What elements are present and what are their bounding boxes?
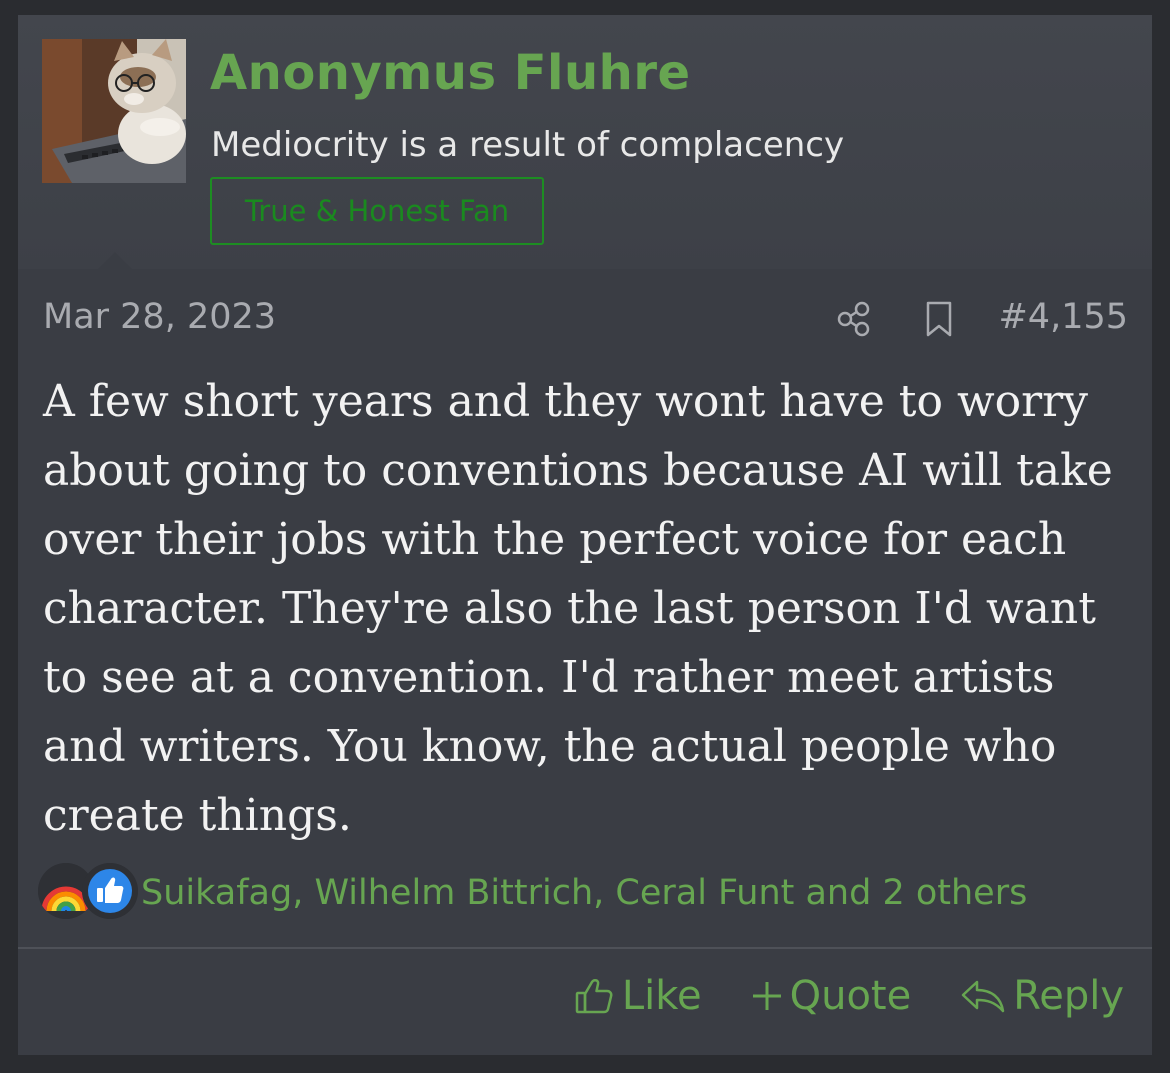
actions-divider bbox=[18, 947, 1152, 949]
reply-arrow-icon bbox=[961, 980, 1005, 1013]
post-message: A few short years and they wont have to … bbox=[43, 376, 1113, 841]
thumbs-up-outline-icon bbox=[575, 979, 613, 1014]
reply-label: Reply bbox=[1013, 973, 1124, 1019]
post-container: Anonymus Fluhre Mediocrity is a result o… bbox=[18, 15, 1152, 1055]
like-button[interactable]: Like bbox=[572, 973, 702, 1019]
post-header: Anonymus Fluhre Mediocrity is a result o… bbox=[18, 15, 1152, 269]
cat-avatar-image bbox=[42, 39, 186, 183]
reply-button[interactable]: Reply bbox=[959, 973, 1124, 1019]
post-date[interactable]: Mar 28, 2023 bbox=[43, 297, 276, 337]
like-label: Like bbox=[621, 973, 702, 1019]
avatar[interactable] bbox=[42, 39, 186, 183]
user-banner: True & Honest Fan bbox=[210, 177, 544, 245]
reaction-users-link[interactable]: Suikafag, Wilhelm Bittrich, Ceral Funt a… bbox=[141, 873, 1027, 913]
quote-button[interactable]: Quote bbox=[750, 973, 912, 1019]
author-title: Mediocrity is a result of complacency bbox=[211, 125, 845, 165]
author-name[interactable]: Anonymus Fluhre bbox=[210, 45, 691, 101]
thumbs-up-icon bbox=[82, 863, 138, 919]
plus-icon bbox=[752, 982, 781, 1010]
reactions-bar[interactable]: Suikafag, Wilhelm Bittrich, Ceral Funt a… bbox=[38, 863, 1138, 923]
bookmark-icon[interactable] bbox=[919, 297, 959, 341]
quote-label: Quote bbox=[789, 973, 912, 1019]
post-number[interactable]: #4,155 bbox=[998, 297, 1128, 337]
header-pointer bbox=[98, 252, 132, 269]
post-actions: Like Quote Reply bbox=[572, 961, 1124, 1031]
share-icon[interactable] bbox=[834, 297, 874, 341]
